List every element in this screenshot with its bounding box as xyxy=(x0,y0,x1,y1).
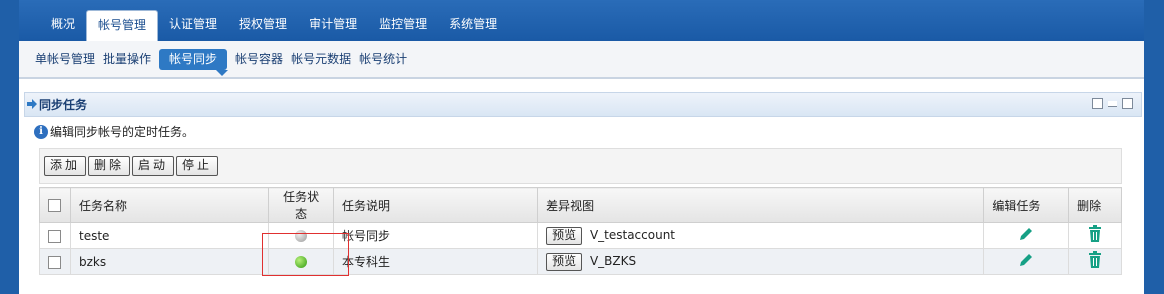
maximize-icon[interactable] xyxy=(1122,98,1133,109)
stop-button[interactable]: 停止 xyxy=(176,156,219,176)
top-nav-item-monitor-management[interactable]: 监控管理 xyxy=(368,10,438,41)
pencil-icon[interactable] xyxy=(1017,225,1035,243)
sub-nav-item-account-container[interactable]: 帐号容器 xyxy=(231,49,287,70)
sub-nav-item-account-metadata[interactable]: 帐号元数据 xyxy=(287,49,355,70)
task-name: teste xyxy=(69,222,270,249)
minimize-icon[interactable] xyxy=(1108,101,1117,107)
task-table: 任务名称 任务状态 任务说明 差异视图 编辑任务 删除 teste 帐号同步 预… xyxy=(39,187,1122,275)
col-diff-view[interactable]: 差异视图 xyxy=(537,187,985,223)
trash-icon[interactable] xyxy=(1087,251,1103,269)
top-nav-item-system-management[interactable]: 系统管理 xyxy=(438,10,508,41)
info-message: i 编辑同步帐号的定时任务。 xyxy=(34,123,194,140)
info-icon: i xyxy=(34,124,48,139)
sync-task-panel: 同步任务 i 编辑同步帐号的定时任务。 添加 删除 启动 停止 任务名称 任务状… xyxy=(19,79,1144,294)
row-checkbox[interactable] xyxy=(48,255,61,269)
task-desc: 帐号同步 xyxy=(333,222,539,249)
dropdown-icon[interactable] xyxy=(1092,98,1103,109)
top-nav-item-overview[interactable]: 概况 xyxy=(19,10,86,41)
preview-button[interactable]: 预览 xyxy=(546,226,583,245)
col-task-desc[interactable]: 任务说明 xyxy=(333,187,539,223)
diff-view-name: V_BZKS xyxy=(589,253,637,268)
top-nav-item-audit-management[interactable]: 审计管理 xyxy=(298,10,368,41)
status-highlight-box xyxy=(262,233,349,276)
sub-nav-item-account-statistics[interactable]: 帐号统计 xyxy=(355,49,411,70)
arrow-right-icon xyxy=(27,99,37,109)
table-row: teste 帐号同步 预览 V_testaccount xyxy=(39,222,1122,249)
active-tab-caret-icon xyxy=(216,70,228,76)
delete-button[interactable]: 删除 xyxy=(88,156,131,176)
row-checkbox[interactable] xyxy=(48,229,61,243)
preview-button[interactable]: 预览 xyxy=(546,252,583,271)
col-task-name[interactable]: 任务名称 xyxy=(69,187,270,223)
trash-icon[interactable] xyxy=(1087,225,1103,243)
top-nav-item-authorization-management[interactable]: 授权管理 xyxy=(228,10,298,41)
col-delete: 删除 xyxy=(1068,187,1122,223)
col-edit-task: 编辑任务 xyxy=(983,187,1070,223)
sub-nav-bar: 单帐号管理 批量操作 帐号同步 帐号容器 帐号元数据 帐号统计 xyxy=(19,41,1144,79)
top-nav-bar: 概况 帐号管理 认证管理 授权管理 审计管理 监控管理 系统管理 xyxy=(19,0,1144,42)
sub-nav-item-batch-operation[interactable]: 批量操作 xyxy=(99,49,155,70)
select-all-checkbox[interactable] xyxy=(48,199,61,212)
info-text: 编辑同步帐号的定时任务。 xyxy=(50,125,195,139)
sub-nav-item-single-account[interactable]: 单帐号管理 xyxy=(31,49,99,70)
start-button[interactable]: 启动 xyxy=(132,156,175,176)
sub-nav: 单帐号管理 批量操作 帐号同步 帐号容器 帐号元数据 帐号统计 xyxy=(31,49,411,70)
toolbar: 添加 删除 启动 停止 xyxy=(39,148,1122,184)
panel-title: 同步任务 xyxy=(39,98,88,112)
panel-window-controls xyxy=(1092,98,1133,109)
col-task-status[interactable]: 任务状态 xyxy=(268,187,335,223)
task-name: bzks xyxy=(69,248,270,275)
task-desc: 本专科生 xyxy=(333,248,539,275)
top-nav-item-auth-management[interactable]: 认证管理 xyxy=(158,10,228,41)
top-nav-item-account-management[interactable]: 帐号管理 xyxy=(86,10,159,42)
select-all-cell xyxy=(39,187,71,223)
top-nav: 概况 帐号管理 认证管理 授权管理 审计管理 监控管理 系统管理 xyxy=(19,10,508,42)
table-header-row: 任务名称 任务状态 任务说明 差异视图 编辑任务 删除 xyxy=(39,187,1122,223)
table-row: bzks 本专科生 预览 V_BZKS xyxy=(39,248,1122,275)
diff-view-name: V_testaccount xyxy=(589,227,676,242)
sub-nav-item-account-sync[interactable]: 帐号同步 xyxy=(159,49,228,70)
pencil-icon[interactable] xyxy=(1017,251,1035,269)
panel-header: 同步任务 xyxy=(24,92,1142,117)
add-button[interactable]: 添加 xyxy=(44,156,87,176)
